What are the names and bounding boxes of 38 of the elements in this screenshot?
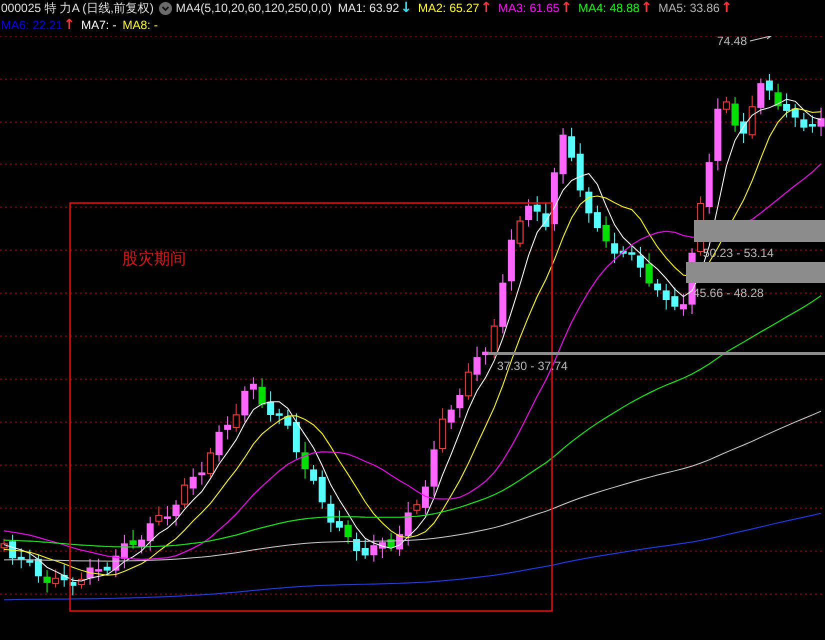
moving-average-label: MA5: 33.86 — [658, 0, 720, 17]
moving-average-label: MA6: 22.21 — [1, 17, 62, 34]
moving-average-label: MA2: 65.27 — [418, 0, 480, 17]
candlestick — [602, 216, 610, 248]
indicator-name: MA4(5,10,20,60,120,250,0,0) — [176, 0, 332, 17]
trend-arrow: ↓ — [400, 0, 412, 17]
moving-average-label: MA3: 61.65 — [498, 0, 560, 17]
peak-pointer-arrow — [750, 36, 772, 42]
peak-price-label: 74.48 — [717, 36, 748, 48]
moving-average-label: MA4: 48.88 — [578, 0, 640, 17]
candlestick — [560, 128, 566, 184]
period-label: 股灾期间 — [122, 251, 186, 268]
candlestick — [388, 532, 394, 552]
moving-average-label: MA1: 63.92 — [338, 0, 400, 17]
security-title: 000025 特 力A (日线,前复权) — [1, 0, 154, 17]
candlestick — [646, 252, 652, 288]
trend-arrow: ↑ — [63, 17, 76, 34]
candlestick — [430, 440, 438, 497]
candlestick — [44, 570, 50, 593]
candlestick — [344, 520, 352, 544]
candlestick — [818, 107, 824, 137]
candlestick — [86, 558, 94, 586]
moving-average-label: MA7: - — [81, 17, 116, 34]
candlestick — [258, 378, 266, 409]
dropdown-icon[interactable] — [158, 2, 172, 15]
trend-arrow: ↑ — [640, 0, 652, 17]
candlestick — [732, 96, 738, 132]
candlestick — [216, 424, 222, 462]
trend-arrow: ↑ — [480, 0, 492, 17]
trend-arrow: ↑ — [720, 0, 732, 17]
trend-arrow: ↑ — [560, 0, 572, 17]
moving-average-label: MA8: - — [122, 17, 158, 34]
candlestick — [172, 500, 180, 526]
candlestick — [130, 529, 136, 550]
candlestick — [516, 215, 524, 248]
candlestick — [302, 441, 308, 480]
candlestick — [474, 346, 480, 382]
candlestick — [774, 83, 782, 110]
